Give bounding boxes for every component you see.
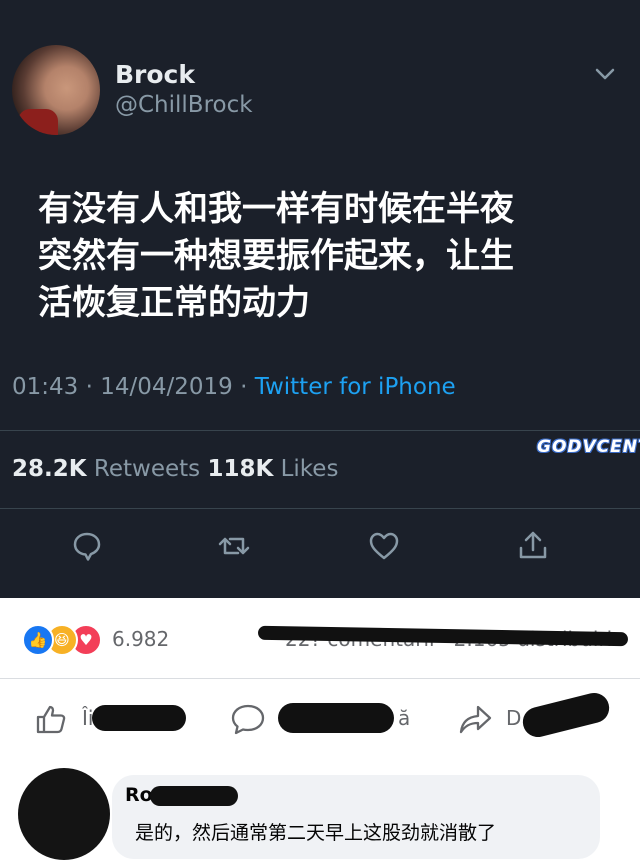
- reaction-count[interactable]: 6.982: [112, 627, 169, 651]
- tweet-source-link[interactable]: Twitter for iPhone: [255, 374, 456, 400]
- tweet-meta: 01:43 · 14/04/2019 · Twitter for iPhone: [12, 374, 456, 400]
- redaction-scribble: [92, 705, 186, 731]
- redaction-scribble: [278, 703, 394, 733]
- commenter-name[interactable]: Ro: [125, 784, 153, 806]
- tweet-timestamp: 01:43 · 14/04/2019 ·: [12, 374, 255, 400]
- comment-text: 是的，然后通常第二天早上这股劲就消散了: [135, 822, 497, 844]
- retweets-count[interactable]: 28.2K: [12, 456, 87, 482]
- heart-icon[interactable]: [366, 528, 402, 564]
- like-reaction-icon: 👍: [22, 624, 54, 656]
- display-name[interactable]: Brock: [115, 60, 195, 89]
- likes-count[interactable]: 118K: [207, 456, 273, 482]
- tweet-line-3: 活恢复正常的动力: [38, 283, 310, 323]
- share-button-label[interactable]: D: [506, 706, 521, 730]
- tweet-stats: 28.2K Retweets 118K Likes: [12, 456, 338, 482]
- comment-button-label[interactable]: ă: [398, 706, 410, 730]
- tweet-card: Brock @ChillBrock 有没有人和我一样有时候在半夜 突然有一种想要…: [0, 0, 640, 598]
- watermark-logo: GODVCENT: [537, 437, 640, 457]
- like-icon[interactable]: [34, 702, 70, 736]
- retweet-icon[interactable]: [216, 528, 252, 564]
- tweet-text: 有没有人和我一样有时候在半夜 突然有一种想要振作起来，让生 活恢复正常的动力: [38, 186, 618, 327]
- divider: [0, 430, 640, 431]
- tweet-line-2: 突然有一种想要振作起来，让生: [38, 236, 514, 276]
- avatar-shirt: [18, 109, 58, 135]
- reply-icon[interactable]: [69, 528, 105, 564]
- divider: [0, 508, 640, 509]
- likes-label[interactable]: Likes: [281, 456, 339, 482]
- user-avatar[interactable]: [12, 45, 100, 135]
- share-arrow-icon[interactable]: [458, 702, 494, 736]
- comment-icon[interactable]: [230, 702, 266, 736]
- user-handle[interactable]: @ChillBrock: [115, 92, 253, 118]
- share-icon[interactable]: [515, 528, 551, 564]
- retweets-label[interactable]: Retweets: [94, 456, 200, 482]
- redaction-scribble: [150, 786, 238, 806]
- tweet-line-1: 有没有人和我一样有时候在半夜: [38, 189, 514, 229]
- chevron-down-icon[interactable]: [592, 64, 618, 84]
- divider: [0, 678, 640, 679]
- commenter-avatar[interactable]: [18, 768, 110, 860]
